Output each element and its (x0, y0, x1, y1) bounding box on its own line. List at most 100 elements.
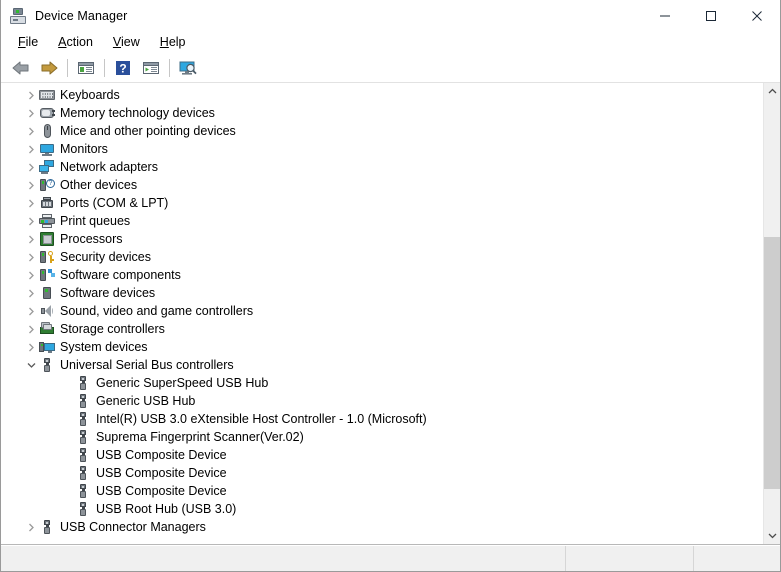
console-tree-icon (78, 61, 94, 74)
menu-item-action[interactable]: Action (49, 33, 102, 51)
chevron-right-icon[interactable] (23, 249, 39, 265)
menu-accesskey-view: V (112, 35, 122, 49)
printer-icon (39, 213, 55, 229)
scroll-up-button[interactable] (764, 83, 780, 100)
chevron-right-icon[interactable] (23, 321, 39, 337)
toolbar-separator-3 (169, 58, 170, 77)
chevron-right-icon[interactable] (23, 159, 39, 175)
tree-row[interactable]: Software components (1, 266, 763, 284)
tree-row[interactable]: Monitors (1, 140, 763, 158)
tree-row-label: Software devices (60, 286, 156, 300)
scrollbar-thumb[interactable] (764, 236, 780, 489)
tree-row-label: Mice and other pointing devices (60, 124, 236, 138)
chevron-right-icon[interactable] (23, 213, 39, 229)
scan-for-hardware-changes-button[interactable] (174, 56, 202, 80)
software-device-icon (39, 285, 55, 301)
tree-row[interactable]: USB Root Hub (USB 3.0) (1, 500, 763, 518)
tree-row-label: Storage controllers (60, 322, 165, 336)
tree-row-label: Suprema Fingerprint Scanner(Ver.02) (96, 430, 304, 444)
tree-row[interactable]: Generic USB Hub (1, 392, 763, 410)
device-tree-area: Keyboards Memory technology devices Mice a… (1, 83, 780, 545)
chevron-right-icon[interactable] (23, 519, 39, 535)
vertical-scrollbar[interactable] (763, 83, 780, 544)
chevron-right-icon[interactable] (23, 123, 39, 139)
show-hide-console-tree-button[interactable] (72, 56, 100, 80)
menu-item-help[interactable]: Help (151, 33, 195, 51)
tree-row[interactable]: System devices (1, 338, 763, 356)
tree-row[interactable]: Security devices (1, 248, 763, 266)
tree-row[interactable]: Network adapters (1, 158, 763, 176)
tree-row[interactable]: USB Composite Device (1, 446, 763, 464)
window-title: Device Manager (35, 8, 128, 23)
chevron-right-icon[interactable] (23, 231, 39, 247)
tree-chevron-placeholder (59, 501, 75, 517)
tree-row[interactable]: Intel(R) USB 3.0 eXtensible Host Control… (1, 410, 763, 428)
menu-bar: File Action View Help (1, 31, 780, 53)
tree-row[interactable]: Processors (1, 230, 763, 248)
usb-icon (75, 501, 91, 517)
tree-chevron-placeholder (59, 465, 75, 481)
port-icon (39, 195, 55, 211)
chevron-right-icon[interactable] (23, 141, 39, 157)
tree-row[interactable]: Storage controllers (1, 320, 763, 338)
svg-text:?: ? (119, 61, 126, 75)
tree-row[interactable]: Suprema Fingerprint Scanner(Ver.02) (1, 428, 763, 446)
tree-row[interactable]: USB Composite Device (1, 482, 763, 500)
tree-chevron-placeholder (59, 375, 75, 391)
tree-row-label: USB Root Hub (USB 3.0) (96, 502, 237, 516)
tree-row[interactable]: Sound, video and game controllers (1, 302, 763, 320)
tree-row[interactable]: Keyboards (1, 86, 763, 104)
tree-row-label: Monitors (60, 142, 108, 156)
tree-row[interactable]: Universal Serial Bus controllers (1, 356, 763, 374)
toolbar-separator-1 (67, 58, 68, 77)
menu-accesskey-help: H (159, 35, 169, 49)
tree-row[interactable]: Print queues (1, 212, 763, 230)
chevron-right-icon[interactable] (23, 303, 39, 319)
tree-row[interactable]: Memory technology devices (1, 104, 763, 122)
properties-button[interactable] (137, 56, 165, 80)
help-button[interactable]: ? (109, 56, 137, 80)
tree-row-label: Security devices (60, 250, 152, 264)
forward-arrow-icon (41, 61, 58, 74)
minimize-button[interactable] (642, 0, 688, 31)
tree-row[interactable]: USB Composite Device (1, 464, 763, 482)
menu-rest-action: ction (66, 35, 93, 49)
menu-item-file[interactable]: File (9, 33, 47, 51)
back-arrow-icon (12, 61, 29, 74)
chevron-right-icon[interactable] (23, 339, 39, 355)
chevron-right-icon[interactable] (23, 177, 39, 193)
tree-row[interactable]: Mice and other pointing devices (1, 122, 763, 140)
tree-row[interactable]: Ports (COM & LPT) (1, 194, 763, 212)
chevron-down-icon[interactable] (23, 357, 39, 373)
tree-row[interactable]: Generic SuperSpeed USB Hub (1, 374, 763, 392)
scroll-down-button[interactable] (764, 527, 780, 544)
menu-rest-view: iew (121, 35, 140, 49)
tree-row[interactable]: ? Other devices (1, 176, 763, 194)
tree-row[interactable]: Software devices (1, 284, 763, 302)
tree-row[interactable]: USB Connector Managers (1, 518, 763, 536)
scrollbar-track[interactable] (764, 100, 780, 527)
usb-icon (75, 483, 91, 499)
menu-item-view[interactable]: View (104, 33, 149, 51)
scroll-up-icon (768, 88, 776, 94)
usb-icon (75, 429, 91, 445)
software-component-icon (39, 267, 55, 283)
tree-row-label: Sound, video and game controllers (60, 304, 254, 318)
status-pane-1 (1, 546, 566, 571)
chevron-right-icon[interactable] (23, 105, 39, 121)
back-button[interactable] (7, 56, 35, 80)
device-tree[interactable]: Keyboards Memory technology devices Mice a… (1, 83, 763, 544)
tree-row-label: Software components (60, 268, 181, 282)
chevron-right-icon[interactable] (23, 195, 39, 211)
tree-chevron-placeholder (59, 429, 75, 445)
chevron-right-icon[interactable] (23, 87, 39, 103)
tree-row-label: Generic SuperSpeed USB Hub (96, 376, 269, 390)
tree-row-label: Ports (COM & LPT) (60, 196, 169, 210)
close-button[interactable] (734, 0, 780, 31)
maximize-button[interactable] (688, 0, 734, 31)
chevron-right-icon[interactable] (23, 267, 39, 283)
tree-row-label: Memory technology devices (60, 106, 215, 120)
chevron-right-icon[interactable] (23, 285, 39, 301)
tree-chevron-placeholder (59, 483, 75, 499)
forward-button[interactable] (35, 56, 63, 80)
